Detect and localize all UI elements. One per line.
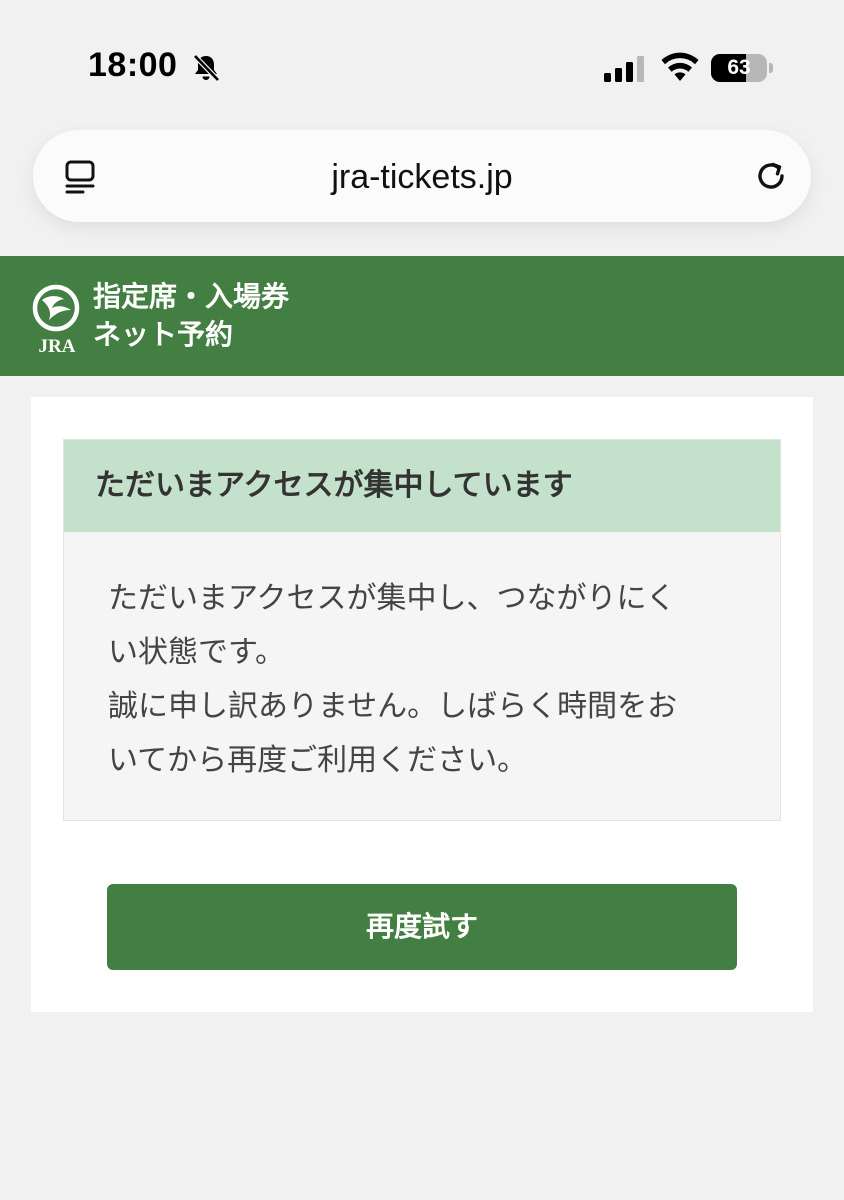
main-card: ただいまアクセスが集中しています ただいまアクセスが集中し、つながりにく い状態… xyxy=(31,397,813,1012)
logo-text: JRA xyxy=(39,336,76,354)
url-text[interactable]: jra-tickets.jp xyxy=(33,158,811,197)
cellular-signal-icon xyxy=(604,56,644,82)
site-header: JRA 指定席・入場券 ネット予約 xyxy=(0,256,844,376)
notice-box: ただいまアクセスが集中しています ただいまアクセスが集中し、つながりにく い状態… xyxy=(63,439,781,821)
site-title-line1: 指定席・入場券 xyxy=(93,280,290,313)
battery-cap xyxy=(769,63,773,73)
jra-logo[interactable]: JRA xyxy=(28,284,86,354)
status-bar: 18:00 63 xyxy=(0,0,844,130)
notice-message: ただいまアクセスが集中し、つながりにく い状態です。 誠に申し訳ありません。しば… xyxy=(64,532,780,788)
bell-slash-icon xyxy=(193,54,220,82)
wifi-icon xyxy=(661,52,699,81)
retry-button[interactable]: 再度試す xyxy=(107,884,737,970)
battery-percent: 63 xyxy=(727,56,751,79)
site-title-line2: ネット予約 xyxy=(93,318,234,351)
notice-line: いてから再度ご利用ください。 xyxy=(108,743,528,778)
notice-line: 誠に申し訳ありません。しばらく時間をお xyxy=(108,689,678,724)
notice-line: ただいまアクセスが集中し、つながりにく xyxy=(108,581,676,616)
battery-icon: 63 xyxy=(711,54,767,82)
status-time: 18:00 xyxy=(88,46,178,84)
reload-icon[interactable] xyxy=(751,156,791,196)
notice-line: い状態です。 xyxy=(108,635,285,670)
site-title: 指定席・入場券 ネット予約 xyxy=(93,278,289,354)
browser-url-bar[interactable]: jra-tickets.jp xyxy=(33,130,811,222)
notice-heading: ただいまアクセスが集中しています xyxy=(64,440,780,532)
